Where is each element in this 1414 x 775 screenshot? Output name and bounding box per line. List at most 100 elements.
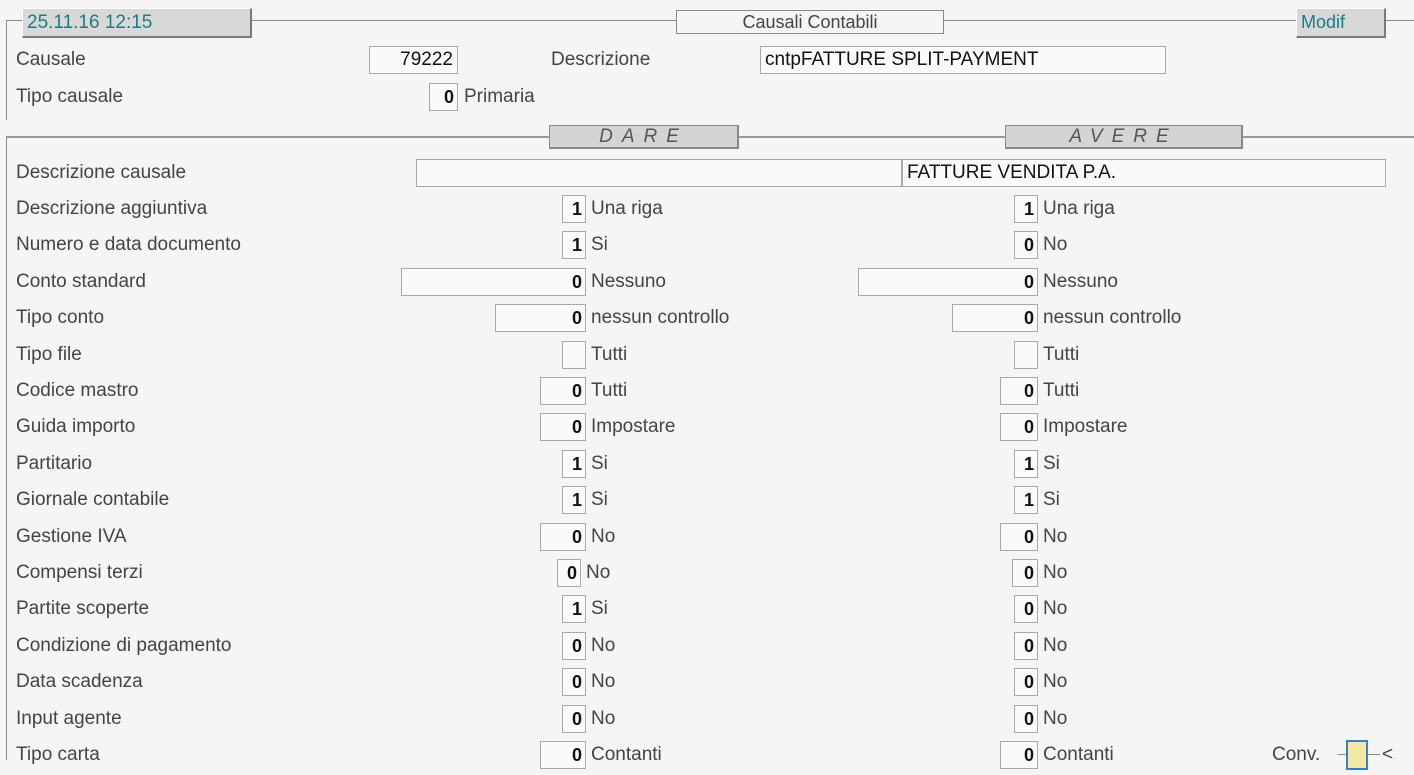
row-11-label: Partite scoperte <box>16 598 150 619</box>
frame-line <box>1368 754 1380 755</box>
row-7-avere-input[interactable]: 1 <box>1014 450 1038 478</box>
row-5-dare-desc: Tutti <box>591 380 628 401</box>
row-12-dare-desc: No <box>591 635 616 656</box>
row-2-dare-input[interactable]: 0 <box>401 268 586 296</box>
row-10-label: Compensi terzi <box>16 562 143 583</box>
row-1-avere-desc: No <box>1043 234 1068 255</box>
row-3-dare-input[interactable]: 0 <box>495 304 586 332</box>
row-14-dare-input[interactable]: 0 <box>562 705 586 733</box>
row-1-avere-input[interactable]: 0 <box>1014 231 1038 259</box>
row-3-dare-desc: nessun controllo <box>591 307 730 328</box>
conv-arrow-icon: < <box>1382 744 1394 765</box>
causale-label: Causale <box>16 49 86 70</box>
row-4-dare-input[interactable] <box>562 341 586 369</box>
row-14-avere-input[interactable]: 0 <box>1014 705 1038 733</box>
row-8-dare-input[interactable]: 1 <box>562 486 586 514</box>
row-2-dare-desc: Nessuno <box>591 271 666 292</box>
row-5-dare-input[interactable]: 0 <box>540 377 586 405</box>
row-13-label: Data scadenza <box>16 671 143 692</box>
frame-line <box>6 136 7 760</box>
frame-line <box>1338 754 1346 755</box>
row-8-dare-desc: Si <box>591 489 608 510</box>
row-12-avere-input[interactable]: 0 <box>1014 632 1038 660</box>
row-13-avere-input[interactable]: 0 <box>1014 668 1038 696</box>
row-12-label: Condizione di pagamento <box>16 635 232 656</box>
row-11-dare-input[interactable]: 1 <box>562 595 586 623</box>
row-13-dare-input[interactable]: 0 <box>562 668 586 696</box>
frame-line <box>252 20 676 21</box>
row-2-avere-input[interactable]: 0 <box>858 268 1038 296</box>
frame-line <box>6 20 22 21</box>
descrizione-causale-label: Descrizione causale <box>16 162 187 183</box>
tipo-causale-input[interactable]: 0 <box>429 83 458 111</box>
row-6-label: Guida importo <box>16 416 136 437</box>
row-14-label: Input agente <box>16 708 122 729</box>
row-10-dare-desc: No <box>586 562 611 583</box>
descrizione-label: Descrizione <box>551 49 651 70</box>
datetime-display: 25.11.16 12:15 <box>22 8 252 38</box>
row-9-label: Gestione IVA <box>16 526 127 547</box>
row-0-label: Descrizione aggiuntiva <box>16 198 208 219</box>
row-14-avere-desc: No <box>1043 708 1068 729</box>
row-1-dare-desc: Si <box>591 234 608 255</box>
page-title: Causali Contabili <box>676 10 944 34</box>
row-8-avere-desc: Si <box>1043 489 1060 510</box>
row-9-avere-desc: No <box>1043 526 1068 547</box>
row-3-label: Tipo conto <box>16 307 105 328</box>
row-6-dare-input[interactable]: 0 <box>540 413 586 441</box>
row-7-dare-input[interactable]: 1 <box>562 450 586 478</box>
row-7-label: Partitario <box>16 453 93 474</box>
row-0-dare-input[interactable]: 1 <box>562 195 586 223</box>
row-3-avere-input[interactable]: 0 <box>952 304 1038 332</box>
avere-column-header: AVERE <box>1005 125 1243 149</box>
row-6-avere-desc: Impostare <box>1043 416 1128 437</box>
row-10-avere-desc: No <box>1043 562 1068 583</box>
row-11-avere-input[interactable]: 0 <box>1014 595 1038 623</box>
frame-line <box>1386 20 1414 21</box>
row-7-dare-desc: Si <box>591 453 608 474</box>
row-0-avere-input[interactable]: 1 <box>1014 195 1038 223</box>
row-12-dare-input[interactable]: 0 <box>562 632 586 660</box>
row-3-avere-desc: nessun controllo <box>1043 307 1182 328</box>
row-7-avere-desc: Si <box>1043 453 1060 474</box>
row-15-label: Tipo carta <box>16 744 100 765</box>
row-8-avere-input[interactable]: 1 <box>1014 486 1038 514</box>
tipo-causale-desc: Primaria <box>464 86 535 107</box>
row-6-avere-input[interactable]: 0 <box>1000 413 1038 441</box>
row-10-avere-input[interactable]: 0 <box>1012 559 1038 587</box>
frame-line <box>944 20 1296 21</box>
row-10-dare-input[interactable]: 0 <box>557 559 581 587</box>
row-8-label: Giornale contabile <box>16 489 170 510</box>
dare-column-header: DARE <box>549 125 739 149</box>
descrizione-causale-dare-input[interactable] <box>416 159 902 187</box>
row-0-avere-desc: Una riga <box>1043 198 1115 219</box>
row-13-dare-desc: No <box>591 671 616 692</box>
tipo-causale-label: Tipo causale <box>16 86 124 107</box>
row-5-avere-desc: Tutti <box>1043 380 1080 401</box>
descrizione-causale-avere-input[interactable]: FATTURE VENDITA P.A. <box>902 159 1386 187</box>
row-6-dare-desc: Impostare <box>591 416 676 437</box>
row-4-label: Tipo file <box>16 344 82 365</box>
row-11-avere-desc: No <box>1043 598 1068 619</box>
row-9-avere-input[interactable]: 0 <box>1000 523 1038 551</box>
row-2-label: Conto standard <box>16 271 146 292</box>
row-14-dare-desc: No <box>591 708 616 729</box>
row-15-avere-input[interactable]: 0 <box>1000 741 1038 769</box>
row-5-label: Codice mastro <box>16 380 139 401</box>
row-1-dare-input[interactable]: 1 <box>562 231 586 259</box>
row-9-dare-desc: No <box>591 526 616 547</box>
row-1-label: Numero e data documento <box>16 234 241 255</box>
row-4-avere-desc: Tutti <box>1043 344 1080 365</box>
row-4-avere-input[interactable] <box>1014 341 1038 369</box>
conv-toggle[interactable] <box>1346 740 1368 770</box>
row-9-dare-input[interactable]: 0 <box>540 523 586 551</box>
causale-input[interactable]: 79222 <box>369 46 458 74</box>
row-2-avere-desc: Nessuno <box>1043 271 1118 292</box>
row-15-dare-input[interactable]: 0 <box>540 741 586 769</box>
row-15-dare-desc: Contanti <box>591 744 662 765</box>
mode-indicator: Modif <box>1296 8 1386 38</box>
row-5-avere-input[interactable]: 0 <box>1000 377 1038 405</box>
row-13-avere-desc: No <box>1043 671 1068 692</box>
row-15-avere-desc: Contanti <box>1043 744 1114 765</box>
descrizione-input[interactable]: cntpFATTURE SPLIT-PAYMENT <box>760 46 1166 74</box>
